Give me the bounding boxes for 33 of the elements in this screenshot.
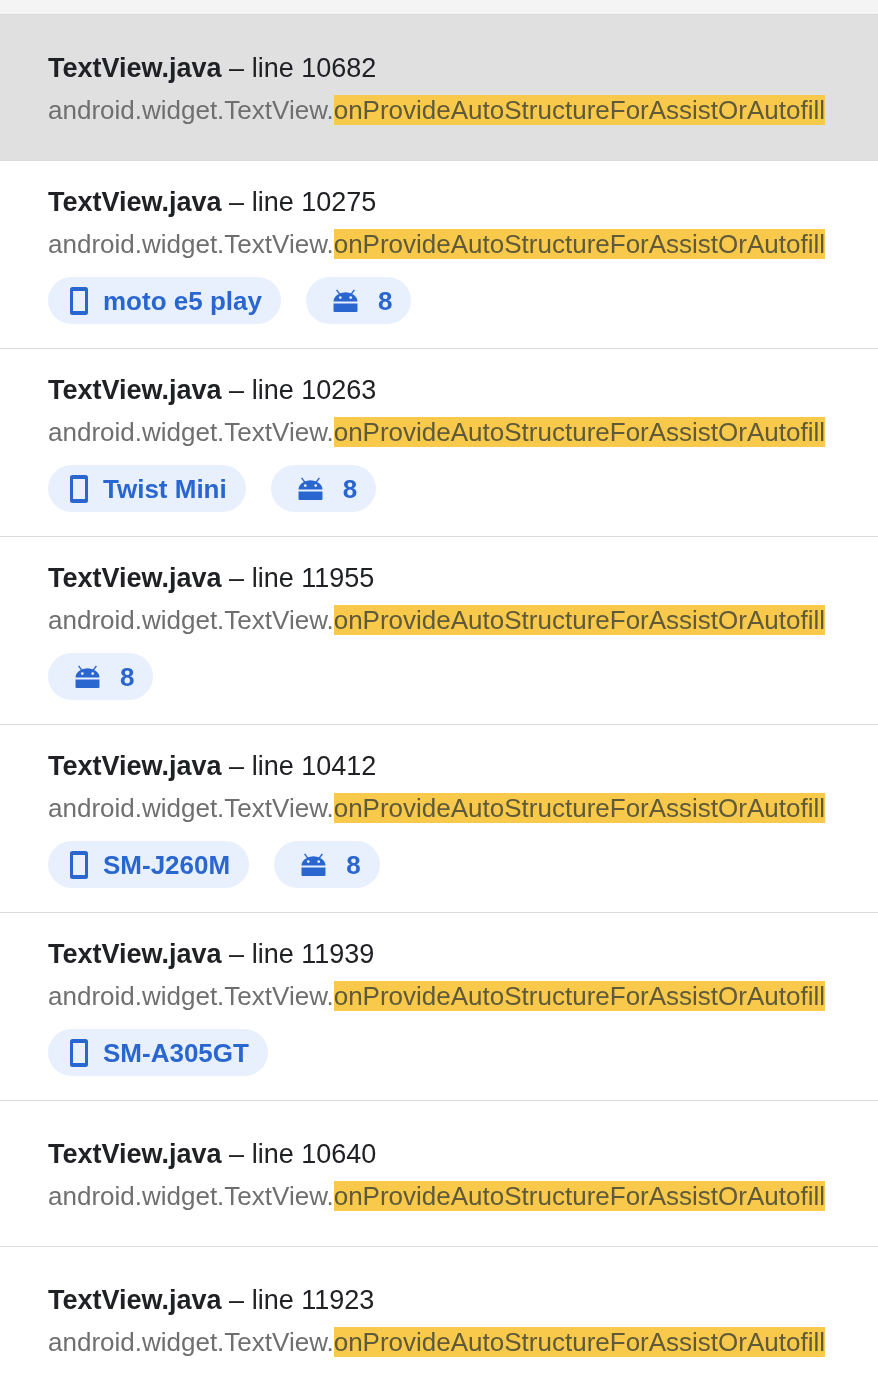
file-line-title: TextView.java – line 11939 bbox=[48, 938, 375, 971]
result-row[interactable]: TextView.java – line 10682 android.widget.TextView.onProvideAutoStructureForAssistOrAutofill bbox=[0, 15, 878, 161]
phone-icon bbox=[70, 474, 88, 503]
android-icon bbox=[332, 289, 358, 312]
method-signature: android.widget.TextView.onProvideAutoStructureForAssistOrAutofill bbox=[48, 980, 825, 1012]
android-icon bbox=[75, 665, 100, 688]
file-line-title: TextView.java – line 10275 bbox=[48, 186, 377, 219]
android-icon bbox=[297, 477, 323, 500]
file-line-title: TextView.java – line 10640 bbox=[48, 1138, 377, 1171]
method-signature: android.widget.TextView.onProvideAutoStructureForAssistOrAutofill bbox=[48, 1180, 825, 1212]
method-signature: android.widget.TextView.onProvideAutoStructureForAssistOrAutofill bbox=[48, 792, 825, 824]
device-name: Twist Mini bbox=[103, 473, 227, 504]
method-signature: android.widget.TextView.onProvideAutoStructureForAssistOrAutofill bbox=[48, 228, 825, 260]
method-signature: android.widget.TextView.onProvideAutoStructureForAssistOrAutofill bbox=[48, 1326, 825, 1358]
method-signature: android.widget.TextView.onProvideAutoStructureForAssistOrAutofill bbox=[48, 416, 825, 448]
phone-icon bbox=[70, 1038, 88, 1067]
android-version: 8 bbox=[377, 285, 393, 316]
method-signature: android.widget.TextView.onProvideAutoStructureForAssistOrAutofill bbox=[48, 604, 825, 636]
method-signature: android.widget.TextView.onProvideAutoStructureForAssistOrAutofill bbox=[48, 94, 825, 126]
file-line-title: TextView.java – line 11955 bbox=[48, 562, 375, 595]
device-name: moto e5 play bbox=[103, 285, 262, 316]
device-name: SM-A305GT bbox=[103, 1037, 249, 1068]
android-version: 8 bbox=[346, 849, 361, 880]
phone-icon bbox=[70, 286, 88, 315]
phone-icon bbox=[70, 850, 88, 879]
file-line-title: TextView.java – line 10412 bbox=[48, 750, 377, 783]
file-line-title: TextView.java – line 10682 bbox=[48, 52, 377, 85]
file-line-title: TextView.java – line 11923 bbox=[48, 1284, 375, 1317]
android-icon bbox=[301, 853, 327, 876]
device-name: SM-J260M bbox=[103, 849, 231, 880]
android-version: 8 bbox=[342, 473, 358, 504]
file-line-title: TextView.java – line 10263 bbox=[48, 374, 377, 407]
android-version: 8 bbox=[120, 661, 135, 692]
